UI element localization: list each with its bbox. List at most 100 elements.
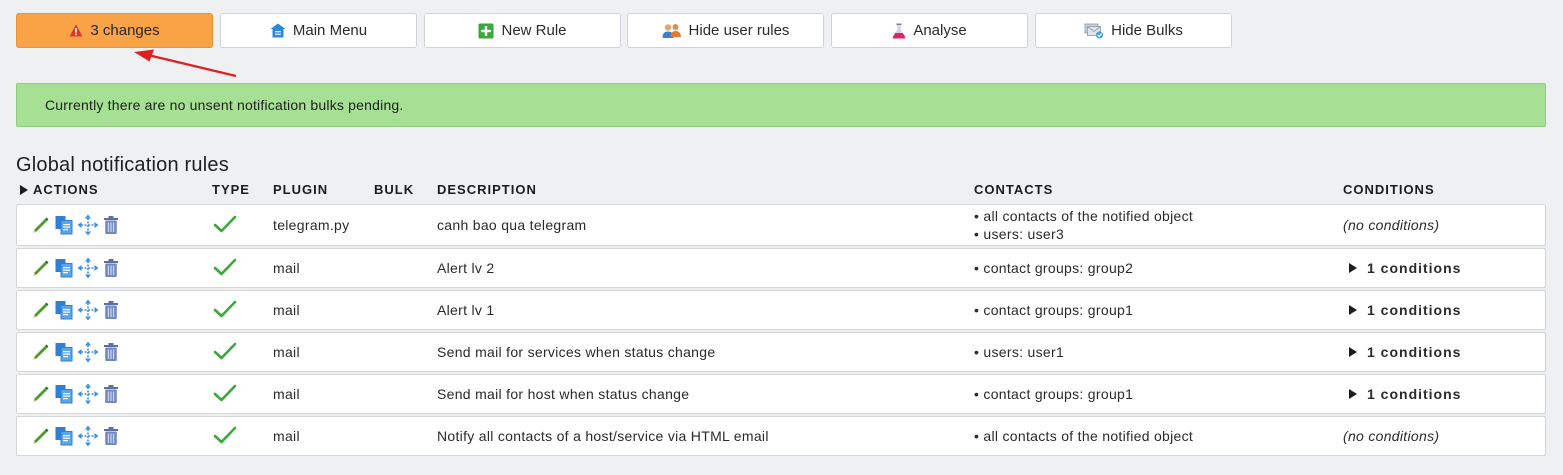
conditions-count: 1 conditions — [1367, 386, 1462, 402]
edit-icon[interactable] — [31, 300, 51, 320]
home-icon — [270, 23, 286, 38]
rule-description-value: Send mail for host when status change — [437, 386, 690, 402]
edit-icon[interactable] — [31, 342, 51, 362]
rule-contacts: • all contacts of the notified object — [974, 417, 1193, 455]
section-title: Global notification rules — [16, 154, 229, 176]
column-type: TYPE — [212, 182, 250, 197]
rule-contacts: • contact groups: group1 — [974, 291, 1133, 329]
rule-description-value: canh bao qua telegram — [437, 217, 587, 233]
conditions-toggle[interactable]: 1 conditions — [1343, 344, 1461, 360]
rule-row: mail Alert lv 2 • contact groups: group2… — [16, 248, 1546, 288]
rule-plugin-value: mail — [273, 302, 300, 318]
move-icon[interactable] — [77, 383, 99, 405]
delete-icon[interactable] — [102, 342, 120, 362]
rule-type — [213, 333, 237, 371]
plus-icon — [478, 23, 494, 39]
rule-conditions: (no conditions) — [1343, 205, 1439, 245]
contact-entry: • all contacts of the notified object — [974, 428, 1194, 444]
delete-icon[interactable] — [102, 384, 120, 404]
conditions-toggle[interactable]: 1 conditions — [1343, 386, 1461, 402]
rule-actions — [31, 291, 123, 329]
contact-entry: • all contacts of the notified object — [974, 208, 1194, 224]
main-menu-button[interactable]: Main Menu — [220, 13, 417, 48]
check-icon — [213, 425, 237, 448]
new-rule-button[interactable]: New Rule — [424, 13, 621, 48]
expand-triangle-icon — [1349, 305, 1357, 315]
clone-icon[interactable] — [54, 258, 74, 278]
check-icon — [213, 214, 237, 237]
conditions-count: 1 conditions — [1367, 302, 1462, 318]
message-text: Currently there are no unsent notificati… — [45, 97, 404, 113]
rule-conditions: 1 conditions — [1343, 333, 1461, 371]
rule-conditions: 1 conditions — [1343, 375, 1461, 413]
rule-description: Alert lv 1 — [437, 291, 494, 329]
annotation-arrow-icon — [134, 49, 237, 78]
rule-plugin-value: telegram.py — [273, 217, 350, 233]
analyse-button[interactable]: Analyse — [831, 13, 1028, 48]
edit-icon[interactable] — [31, 258, 51, 278]
clone-icon[interactable] — [54, 426, 74, 446]
column-actions[interactable]: ACTIONS — [20, 182, 99, 197]
rule-row: mail Alert lv 1 • contact groups: group1… — [16, 290, 1546, 330]
rule-description-value: Send mail for services when status chang… — [437, 344, 716, 360]
rule-row: mail Send mail for host when status chan… — [16, 374, 1546, 414]
rule-actions — [31, 417, 123, 455]
rule-description: Send mail for services when status chang… — [437, 333, 715, 371]
expand-triangle-icon — [20, 185, 28, 195]
delete-icon[interactable] — [102, 426, 120, 446]
contact-entry: • contact groups: group2 — [974, 260, 1134, 276]
column-contacts: CONTACTS — [974, 182, 1054, 197]
flask-icon — [892, 23, 906, 39]
conditions-count: 1 conditions — [1367, 344, 1462, 360]
hide-bulks-button[interactable]: Hide Bulks — [1035, 13, 1232, 48]
clone-icon[interactable] — [54, 215, 74, 235]
move-icon[interactable] — [77, 257, 99, 279]
expand-triangle-icon — [1349, 263, 1357, 273]
conditions-toggle[interactable]: 1 conditions — [1343, 260, 1461, 276]
edit-icon[interactable] — [31, 215, 51, 235]
hide-user-rules-label: Hide user rules — [688, 22, 790, 39]
rule-type — [213, 375, 237, 413]
check-icon — [213, 383, 237, 406]
column-description: DESCRIPTION — [437, 182, 537, 197]
rule-type — [213, 417, 237, 455]
main-menu-label: Main Menu — [292, 22, 368, 39]
contact-entry: • users: user1 — [974, 344, 1065, 360]
column-bulk: BULK — [374, 182, 415, 197]
conditions-toggle[interactable]: 1 conditions — [1343, 302, 1461, 318]
expand-triangle-icon — [1349, 389, 1357, 399]
delete-icon[interactable] — [102, 300, 120, 320]
contact-entry: • contact groups: group1 — [974, 386, 1134, 402]
table-header: ACTIONS TYPE PLUGIN BULK DESCRIPTION CON… — [16, 182, 1546, 200]
rule-plugin-value: mail — [273, 344, 300, 360]
rule-plugin-value: mail — [273, 260, 300, 276]
warning-icon — [69, 24, 83, 37]
no-conditions-text: (no conditions) — [1343, 428, 1440, 444]
rule-plugin-value: mail — [273, 386, 300, 402]
move-icon[interactable] — [77, 341, 99, 363]
edit-icon[interactable] — [31, 426, 51, 446]
move-icon[interactable] — [77, 299, 99, 321]
rule-contacts: • users: user1 — [974, 333, 1064, 371]
rule-plugin: mail — [273, 333, 300, 371]
rule-description-value: Alert lv 2 — [437, 260, 495, 276]
rule-description: Send mail for host when status change — [437, 375, 689, 413]
rule-plugin-value: mail — [273, 428, 300, 444]
clone-icon[interactable] — [54, 384, 74, 404]
clone-icon[interactable] — [54, 300, 74, 320]
rule-contacts: • contact groups: group1 — [974, 375, 1133, 413]
pending-changes-button[interactable]: 3 changes — [16, 13, 213, 48]
rule-plugin: mail — [273, 375, 300, 413]
rule-plugin: mail — [273, 291, 300, 329]
edit-icon[interactable] — [31, 384, 51, 404]
move-icon[interactable] — [77, 214, 99, 236]
rule-description-value: Alert lv 1 — [437, 302, 495, 318]
move-icon[interactable] — [77, 425, 99, 447]
hide-user-rules-button[interactable]: Hide user rules — [627, 13, 824, 48]
conditions-count: 1 conditions — [1367, 260, 1462, 276]
clone-icon[interactable] — [54, 342, 74, 362]
delete-icon[interactable] — [102, 215, 120, 235]
delete-icon[interactable] — [102, 258, 120, 278]
no-pending-bulks-message: Currently there are no unsent notificati… — [16, 83, 1546, 127]
pending-changes-label: 3 changes — [90, 22, 160, 39]
